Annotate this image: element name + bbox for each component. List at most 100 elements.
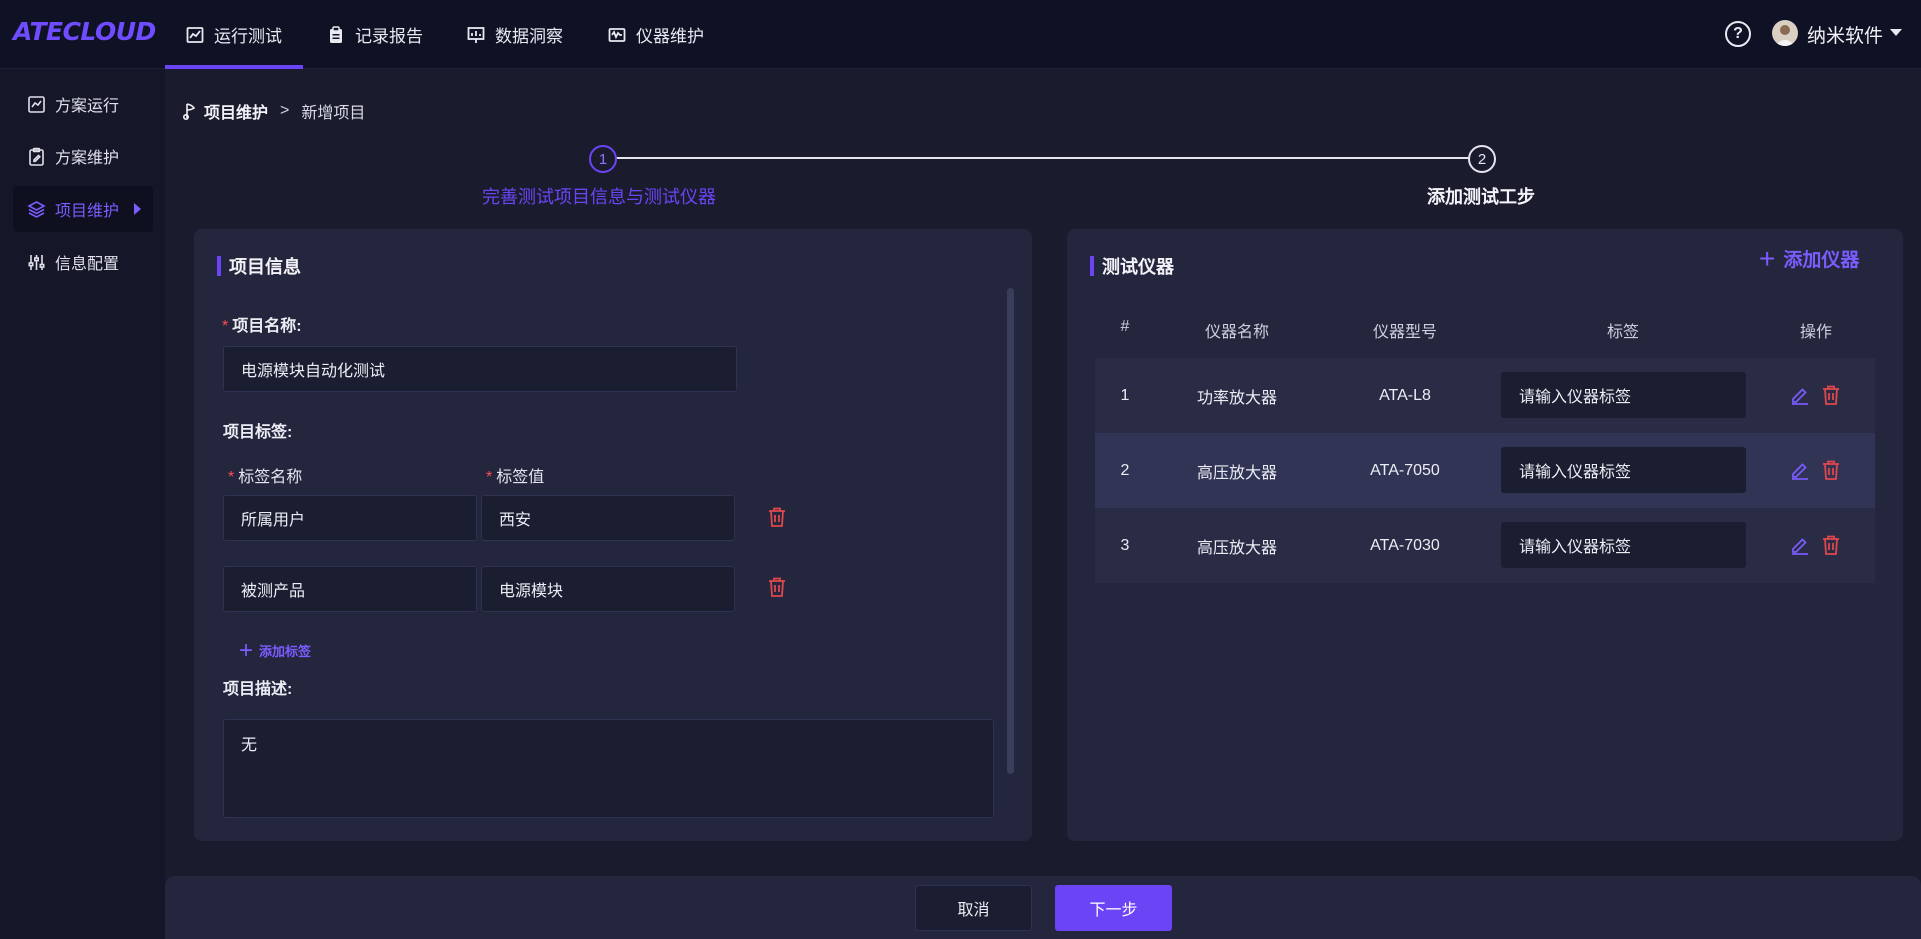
edit-icon[interactable] <box>1790 385 1810 405</box>
step-1-label: 完善测试项目信息与测试仪器 <box>482 187 716 207</box>
flag-icon <box>183 103 196 120</box>
step-2-label: 添加测试工步 <box>1427 187 1535 207</box>
sidebar-item-info-config[interactable]: 信息配置 <box>13 239 153 285</box>
chevron-down-icon[interactable] <box>1890 29 1902 36</box>
sidebar-item-label: 方案维护 <box>55 150 120 167</box>
column-header-actions: 操作 <box>1799 324 1832 341</box>
top-navigation-bar: ATECLOUD 运行测试 记录报告 数据洞察 仪器维护 ? 纳米软件 <box>0 0 1921 69</box>
add-tag-button[interactable]: + 添加标签 <box>239 636 312 664</box>
nav-tab-reports[interactable]: 记录报告 <box>327 0 423 69</box>
project-description-label: 项目描述: <box>223 681 293 698</box>
panel-title-text: 测试仪器 <box>1102 257 1174 277</box>
column-header-index: # <box>1120 318 1130 335</box>
trash-icon[interactable] <box>1821 534 1841 556</box>
caret-right-icon <box>134 203 141 215</box>
label-text: 项目名称: <box>232 318 302 335</box>
sidebar: 方案运行 方案维护 项目维护 信息配置 <box>0 69 165 939</box>
sidebar-item-scheme-run[interactable]: 方案运行 <box>13 81 153 127</box>
step-connector <box>616 157 1469 159</box>
sidebar-item-label: 项目维护 <box>55 203 120 220</box>
help-icon[interactable]: ? <box>1725 21 1751 47</box>
user-avatar[interactable] <box>1772 20 1798 46</box>
column-header-name: 仪器名称 <box>1204 324 1269 341</box>
project-tags-label: 项目标签: <box>223 424 293 441</box>
tag-name-input[interactable]: 所属用户 <box>223 495 477 541</box>
column-header-tag: 标签 <box>1606 324 1639 341</box>
chart-box-icon <box>28 95 45 113</box>
required-marker: * <box>222 318 229 335</box>
tag-name-header: * 标签名称 <box>228 463 302 487</box>
instrument-name: 高压放大器 <box>1196 464 1277 482</box>
presentation-chart-icon <box>467 26 485 43</box>
instruments-title: 测试仪器 <box>1090 253 1174 279</box>
instrument-tag-input[interactable]: 请输入仪器标签 <box>1501 372 1746 418</box>
line-chart-icon <box>186 26 204 43</box>
instrument-name: 高压放大器 <box>1196 539 1277 557</box>
sidebar-item-label: 信息配置 <box>55 256 120 273</box>
nav-tab-data-insight[interactable]: 数据洞察 <box>467 0 563 69</box>
sliders-icon <box>28 254 45 270</box>
instrument-icon <box>608 27 626 42</box>
step-1-indicator: 1 <box>589 145 617 173</box>
title-accent-bar <box>1090 256 1094 276</box>
add-instrument-label: 添加仪器 <box>1783 250 1860 271</box>
title-accent-bar <box>217 256 221 276</box>
trash-icon[interactable] <box>767 506 787 528</box>
nav-tab-instrument-maintenance[interactable]: 仪器维护 <box>608 0 704 69</box>
tag-value-input[interactable]: 西安 <box>481 495 735 541</box>
table-row: 1 功率放大器 ATA-L8 请输入仪器标签 <box>1095 358 1875 433</box>
table-row: 3 高压放大器 ATA-7030 请输入仪器标签 <box>1095 508 1875 583</box>
add-instrument-button[interactable]: + 添加仪器 <box>1759 242 1860 274</box>
plus-icon: + <box>239 636 254 664</box>
trash-icon[interactable] <box>767 576 787 598</box>
label-text: 标签名称 <box>238 469 303 486</box>
table-row: 2 高压放大器 ATA-7050 请输入仪器标签 <box>1095 433 1875 508</box>
plus-icon: + <box>1759 242 1776 274</box>
instrument-tag-input[interactable]: 请输入仪器标签 <box>1501 447 1746 493</box>
panel-scrollbar[interactable] <box>1007 288 1014 774</box>
user-name[interactable]: 纳米软件 <box>1807 21 1883 48</box>
breadcrumb-separator: > <box>280 102 290 119</box>
breadcrumb-current: 新增项目 <box>301 105 366 122</box>
next-step-button[interactable]: 下一步 <box>1055 885 1172 931</box>
instrument-model: ATA-L8 <box>1379 386 1431 404</box>
tag-value-input[interactable]: 电源模块 <box>481 566 735 612</box>
sidebar-item-label: 方案运行 <box>55 98 120 115</box>
project-name-label: * 项目名称: <box>222 312 302 336</box>
row-index: 3 <box>1120 536 1130 554</box>
label-text: 标签值 <box>496 469 545 486</box>
row-index: 2 <box>1120 461 1130 479</box>
nav-tab-label: 仪器维护 <box>636 27 704 46</box>
breadcrumb: 项目维护 > 新增项目 <box>182 99 365 123</box>
nav-tab-label: 记录报告 <box>355 27 423 46</box>
required-marker: * <box>486 469 493 486</box>
cancel-button[interactable]: 取消 <box>915 885 1032 931</box>
panel-title-text: 项目信息 <box>229 257 301 277</box>
project-description-textarea[interactable]: 无 <box>223 719 994 818</box>
step-2-indicator: 2 <box>1468 145 1496 173</box>
edit-icon[interactable] <box>1790 460 1810 480</box>
sidebar-item-project-maintenance[interactable]: 项目维护 <box>13 186 153 232</box>
project-info-title: 项目信息 <box>217 253 301 279</box>
layers-icon <box>27 200 46 218</box>
instrument-model: ATA-7050 <box>1370 461 1440 479</box>
tag-value-header: * 标签值 <box>486 463 544 487</box>
add-tag-label: 添加标签 <box>259 644 312 659</box>
trash-icon[interactable] <box>1821 459 1841 481</box>
breadcrumb-parent[interactable]: 项目维护 <box>204 99 268 123</box>
instrument-name: 功率放大器 <box>1196 389 1277 407</box>
trash-icon[interactable] <box>1821 384 1841 406</box>
app-logo: ATECLOUD <box>13 17 156 46</box>
footer-bar <box>165 876 1921 939</box>
nav-tab-label: 运行测试 <box>214 27 282 46</box>
instrument-model: ATA-7030 <box>1370 536 1440 554</box>
project-name-input[interactable]: 电源模块自动化测试 <box>223 346 737 392</box>
tag-name-input[interactable]: 被测产品 <box>223 566 477 612</box>
nav-tab-run-test[interactable]: 运行测试 <box>165 0 303 69</box>
edit-icon[interactable] <box>1790 535 1810 555</box>
instrument-tag-input[interactable]: 请输入仪器标签 <box>1501 522 1746 568</box>
clipboard-edit-icon <box>29 147 44 166</box>
row-index: 1 <box>1120 386 1130 404</box>
nav-tab-label: 数据洞察 <box>495 27 563 46</box>
sidebar-item-scheme-maintenance[interactable]: 方案维护 <box>13 133 153 179</box>
